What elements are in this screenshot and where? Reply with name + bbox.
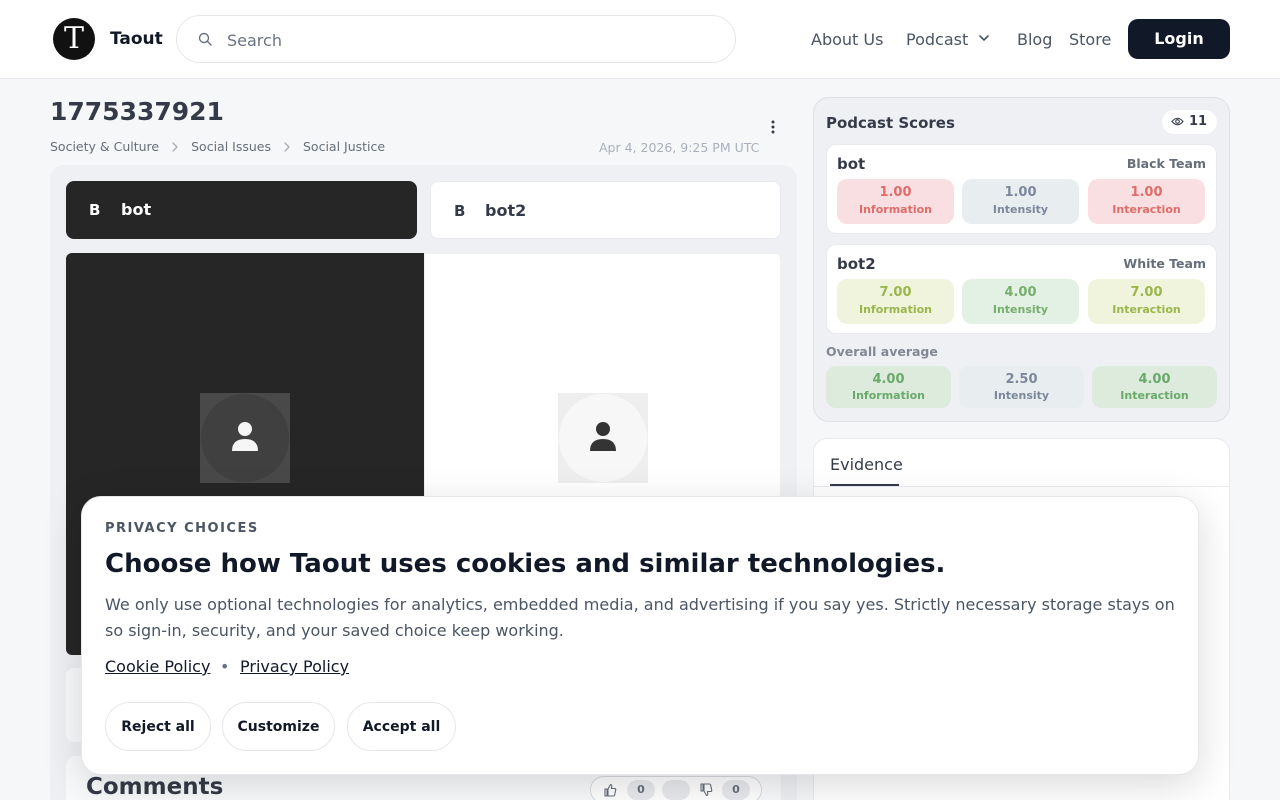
accept-all-button[interactable]: Accept all: [347, 702, 456, 751]
nav-blog[interactable]: Blog: [1017, 30, 1052, 49]
nav-about-us[interactable]: About Us: [811, 30, 883, 49]
reject-all-button[interactable]: Reject all: [105, 702, 211, 751]
link-separator: •: [220, 657, 230, 676]
search-icon: [198, 32, 212, 46]
chevron-down-icon[interactable]: [978, 32, 990, 44]
login-button[interactable]: Login: [1128, 19, 1230, 59]
logo[interactable]: T: [53, 18, 95, 60]
privacy-policy-link[interactable]: Privacy Policy: [240, 657, 349, 676]
cookie-description: We only use optional technologies for an…: [105, 595, 1175, 640]
cookie-policy-link[interactable]: Cookie Policy: [105, 657, 210, 676]
customize-button[interactable]: Customize: [222, 702, 335, 751]
search-input[interactable]: [227, 26, 707, 54]
nav-store[interactable]: Store: [1069, 30, 1111, 49]
brand-name[interactable]: Taout: [110, 29, 163, 49]
search-bar[interactable]: [176, 15, 736, 63]
nav-podcast[interactable]: Podcast: [906, 30, 968, 49]
cookie-eyebrow: PRIVACY CHOICES: [105, 521, 259, 536]
top-header: T Taout About Us Podcast Blog Store Logi…: [0, 0, 1280, 79]
cookie-title: Choose how Taout uses cookies and simila…: [105, 549, 946, 579]
